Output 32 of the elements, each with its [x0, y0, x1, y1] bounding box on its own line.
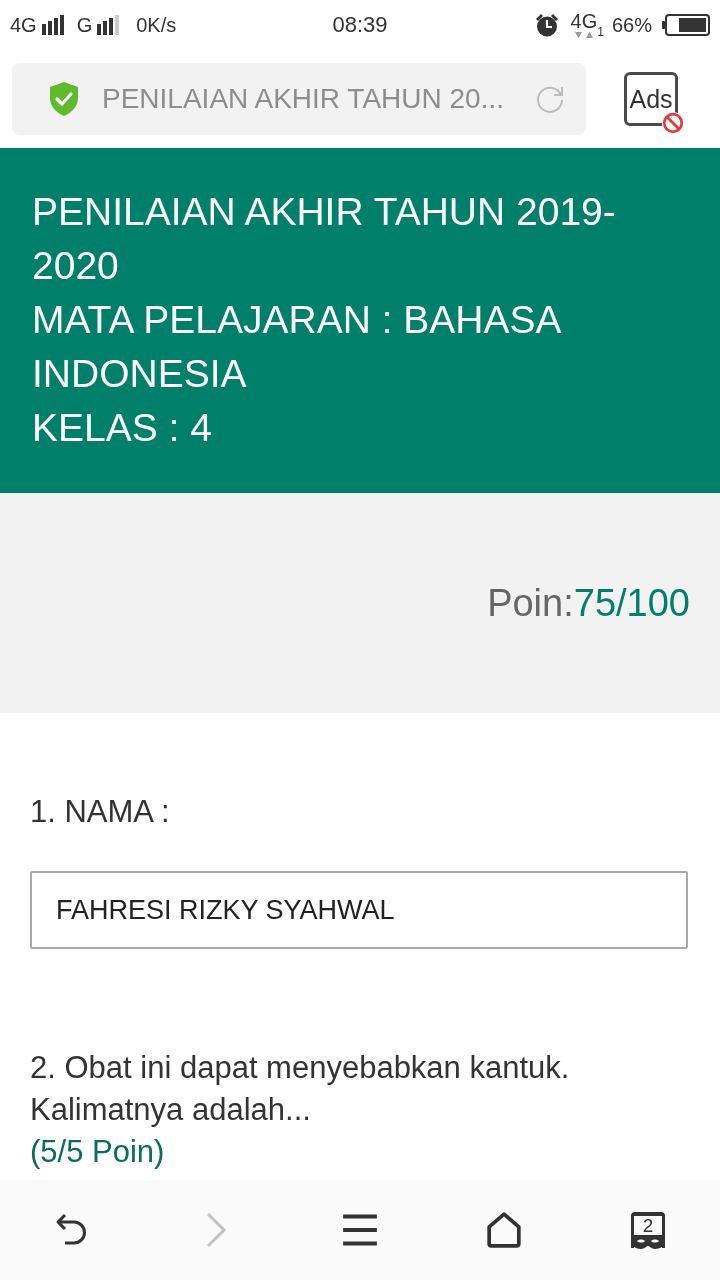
- battery-percent: 66%: [611, 13, 652, 37]
- network-type: 4G: [10, 13, 37, 37]
- home-button[interactable]: [486, 1212, 522, 1248]
- data-arrows-icon: [573, 31, 594, 39]
- signal-icon: [97, 15, 120, 35]
- menu-icon: [342, 1212, 378, 1248]
- score-value: 75/100: [573, 581, 690, 625]
- menu-button[interactable]: [342, 1212, 378, 1248]
- score-label: Poin:: [487, 581, 574, 625]
- mask-icon: [631, 1235, 665, 1249]
- shield-check-icon: [48, 81, 80, 117]
- battery-icon: [662, 14, 710, 36]
- network-type: G: [76, 13, 93, 37]
- answer-field[interactable]: FAHRESI RIZKY SYAHWAL: [30, 871, 688, 949]
- alarm-clock-icon: [534, 13, 559, 37]
- ad-block-button[interactable]: Ads: [624, 72, 678, 126]
- question-points: (5/5 Poin): [30, 1133, 166, 1171]
- no-entry-icon: [661, 111, 685, 135]
- signal-icon: [41, 15, 64, 35]
- network-type: 4G: [570, 11, 598, 31]
- class-label: KELAS : 4: [32, 405, 213, 451]
- clock-time: 08:39: [332, 12, 388, 38]
- question-text: 2. Obat ini dapat menyebabkan kantuk. Kalimatnya adalah...: [30, 1049, 571, 1129]
- network-speed: 0K/s: [136, 13, 177, 37]
- sim-number: 1: [597, 25, 604, 39]
- page-title: PENILAIAN AKHIR TAHUN 20...: [102, 83, 505, 115]
- tabs-button[interactable]: 2: [631, 1212, 665, 1248]
- home-icon: [486, 1212, 522, 1248]
- subject-label: MATA PELAJARAN : BAHASA INDONESIA: [32, 297, 562, 397]
- question-text: 1. NAMA :: [30, 793, 171, 831]
- quiz-title: PENILAIAN AKHIR TAHUN 2019-2020: [32, 189, 617, 289]
- chevron-right-icon: [205, 1212, 227, 1248]
